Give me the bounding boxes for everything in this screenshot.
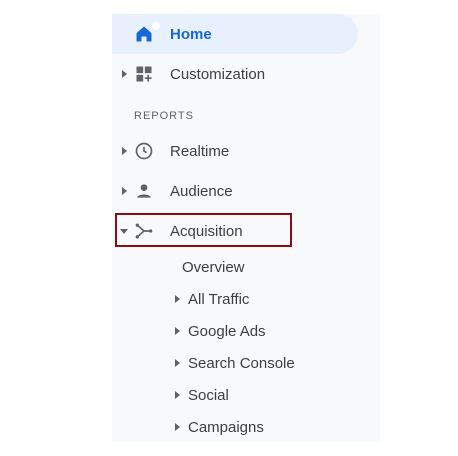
sidebar-item-label: Acquisition: [170, 222, 243, 240]
subitem-label: Overview: [182, 258, 245, 276]
caret-right-icon[interactable]: [122, 187, 127, 195]
subitem-label: Google Ads: [188, 322, 266, 340]
sidebar-subitem-overview[interactable]: Overview: [182, 251, 245, 283]
dashboard-add-icon: [136, 66, 152, 82]
reports-section-header: REPORTS: [134, 110, 194, 122]
home-icon: [136, 26, 152, 42]
sidebar-subitem-google-ads[interactable]: Google Ads: [175, 315, 266, 347]
sidebar-subitem-all-traffic[interactable]: All Traffic: [175, 283, 249, 315]
acquisition-branch-icon: [135, 223, 153, 239]
caret-right-icon[interactable]: [175, 423, 180, 431]
sidebar-item-home[interactable]: Home: [112, 14, 358, 54]
subitem-label: Search Console: [188, 354, 295, 372]
person-icon: [137, 184, 151, 198]
clock-icon: [135, 142, 153, 160]
caret-right-icon[interactable]: [175, 327, 180, 335]
sidebar-subitem-campaigns[interactable]: Campaigns: [175, 411, 264, 443]
subitem-label: All Traffic: [188, 290, 250, 308]
sidebar-subitem-search-console[interactable]: Search Console: [175, 347, 295, 379]
sidebar-item-label: Audience: [170, 182, 233, 200]
caret-right-icon[interactable]: [175, 295, 180, 303]
notification-dot: [152, 22, 160, 30]
sidebar-subitem-social[interactable]: Social: [175, 379, 229, 411]
caret-down-icon[interactable]: [120, 228, 128, 234]
subitem-label: Social: [188, 386, 229, 404]
caret-right-icon[interactable]: [122, 147, 127, 155]
caret-right-icon[interactable]: [175, 359, 180, 367]
sidebar-item-label: Realtime: [170, 142, 230, 160]
sidebar-item-label: Home: [170, 25, 212, 43]
caret-right-icon[interactable]: [122, 70, 127, 78]
caret-right-icon[interactable]: [175, 391, 180, 399]
subitem-label: Campaigns: [188, 418, 264, 436]
sidebar-item-label: Customization: [170, 65, 266, 83]
